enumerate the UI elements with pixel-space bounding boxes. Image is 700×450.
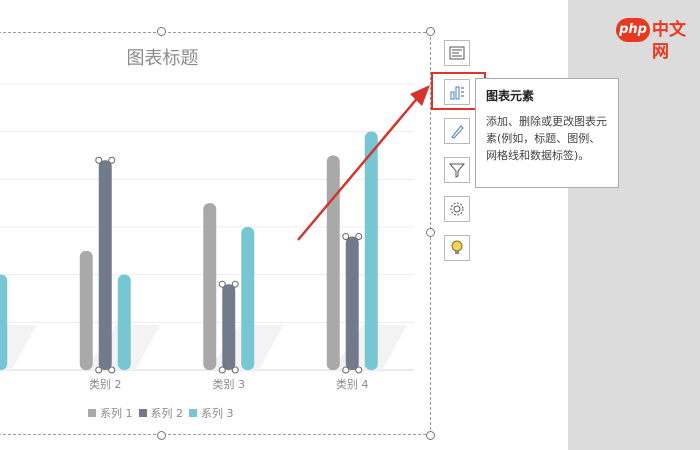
resize-handle-right[interactable] [426,228,435,237]
legend-label: 系列 3 [201,407,234,420]
legend-swatch [189,409,197,417]
chart-styles-button[interactable] [444,118,470,144]
brush-icon [451,125,464,139]
chart-legend[interactable]: 系列 1 系列 2 系列 3 [88,405,234,421]
legend-item[interactable]: 系列 2 [138,405,184,421]
layout-button[interactable] [444,40,470,66]
tooltip: 图表元素 添加、删除或更改图表元素(例如，标题、图例、网格线和数据标签)。 [475,78,619,188]
lightbulb-icon [451,240,463,254]
chart-filters-button[interactable] [444,157,470,183]
settings-button[interactable] [444,196,470,222]
legend-item[interactable]: 系列 1 [88,405,133,421]
filter-icon [448,163,466,178]
legend-label: 系列 1 [100,407,133,420]
gear-icon [450,202,464,216]
legend-swatch [138,409,147,417]
tooltip-title: 图表元素 [486,89,535,103]
layout-icon [449,46,465,60]
legend-item[interactable]: 系列 3 [189,405,234,421]
legend-label: 系列 2 [150,407,184,420]
resize-handle-bottom[interactable] [157,431,166,440]
legend-swatch [88,409,96,417]
resize-handle-top[interactable] [157,27,166,36]
resize-handle-bottom-right[interactable] [426,431,435,440]
ideas-button[interactable] [444,235,470,261]
chart-title[interactable]: 图表标题 [0,44,325,70]
tooltip-body: 添加、删除或更改图表元素(例如，标题、图例、网格线和数据标签)。 [486,115,607,162]
chart-selection-frame[interactable] [0,32,431,435]
resize-handle-top-right[interactable] [426,27,435,36]
